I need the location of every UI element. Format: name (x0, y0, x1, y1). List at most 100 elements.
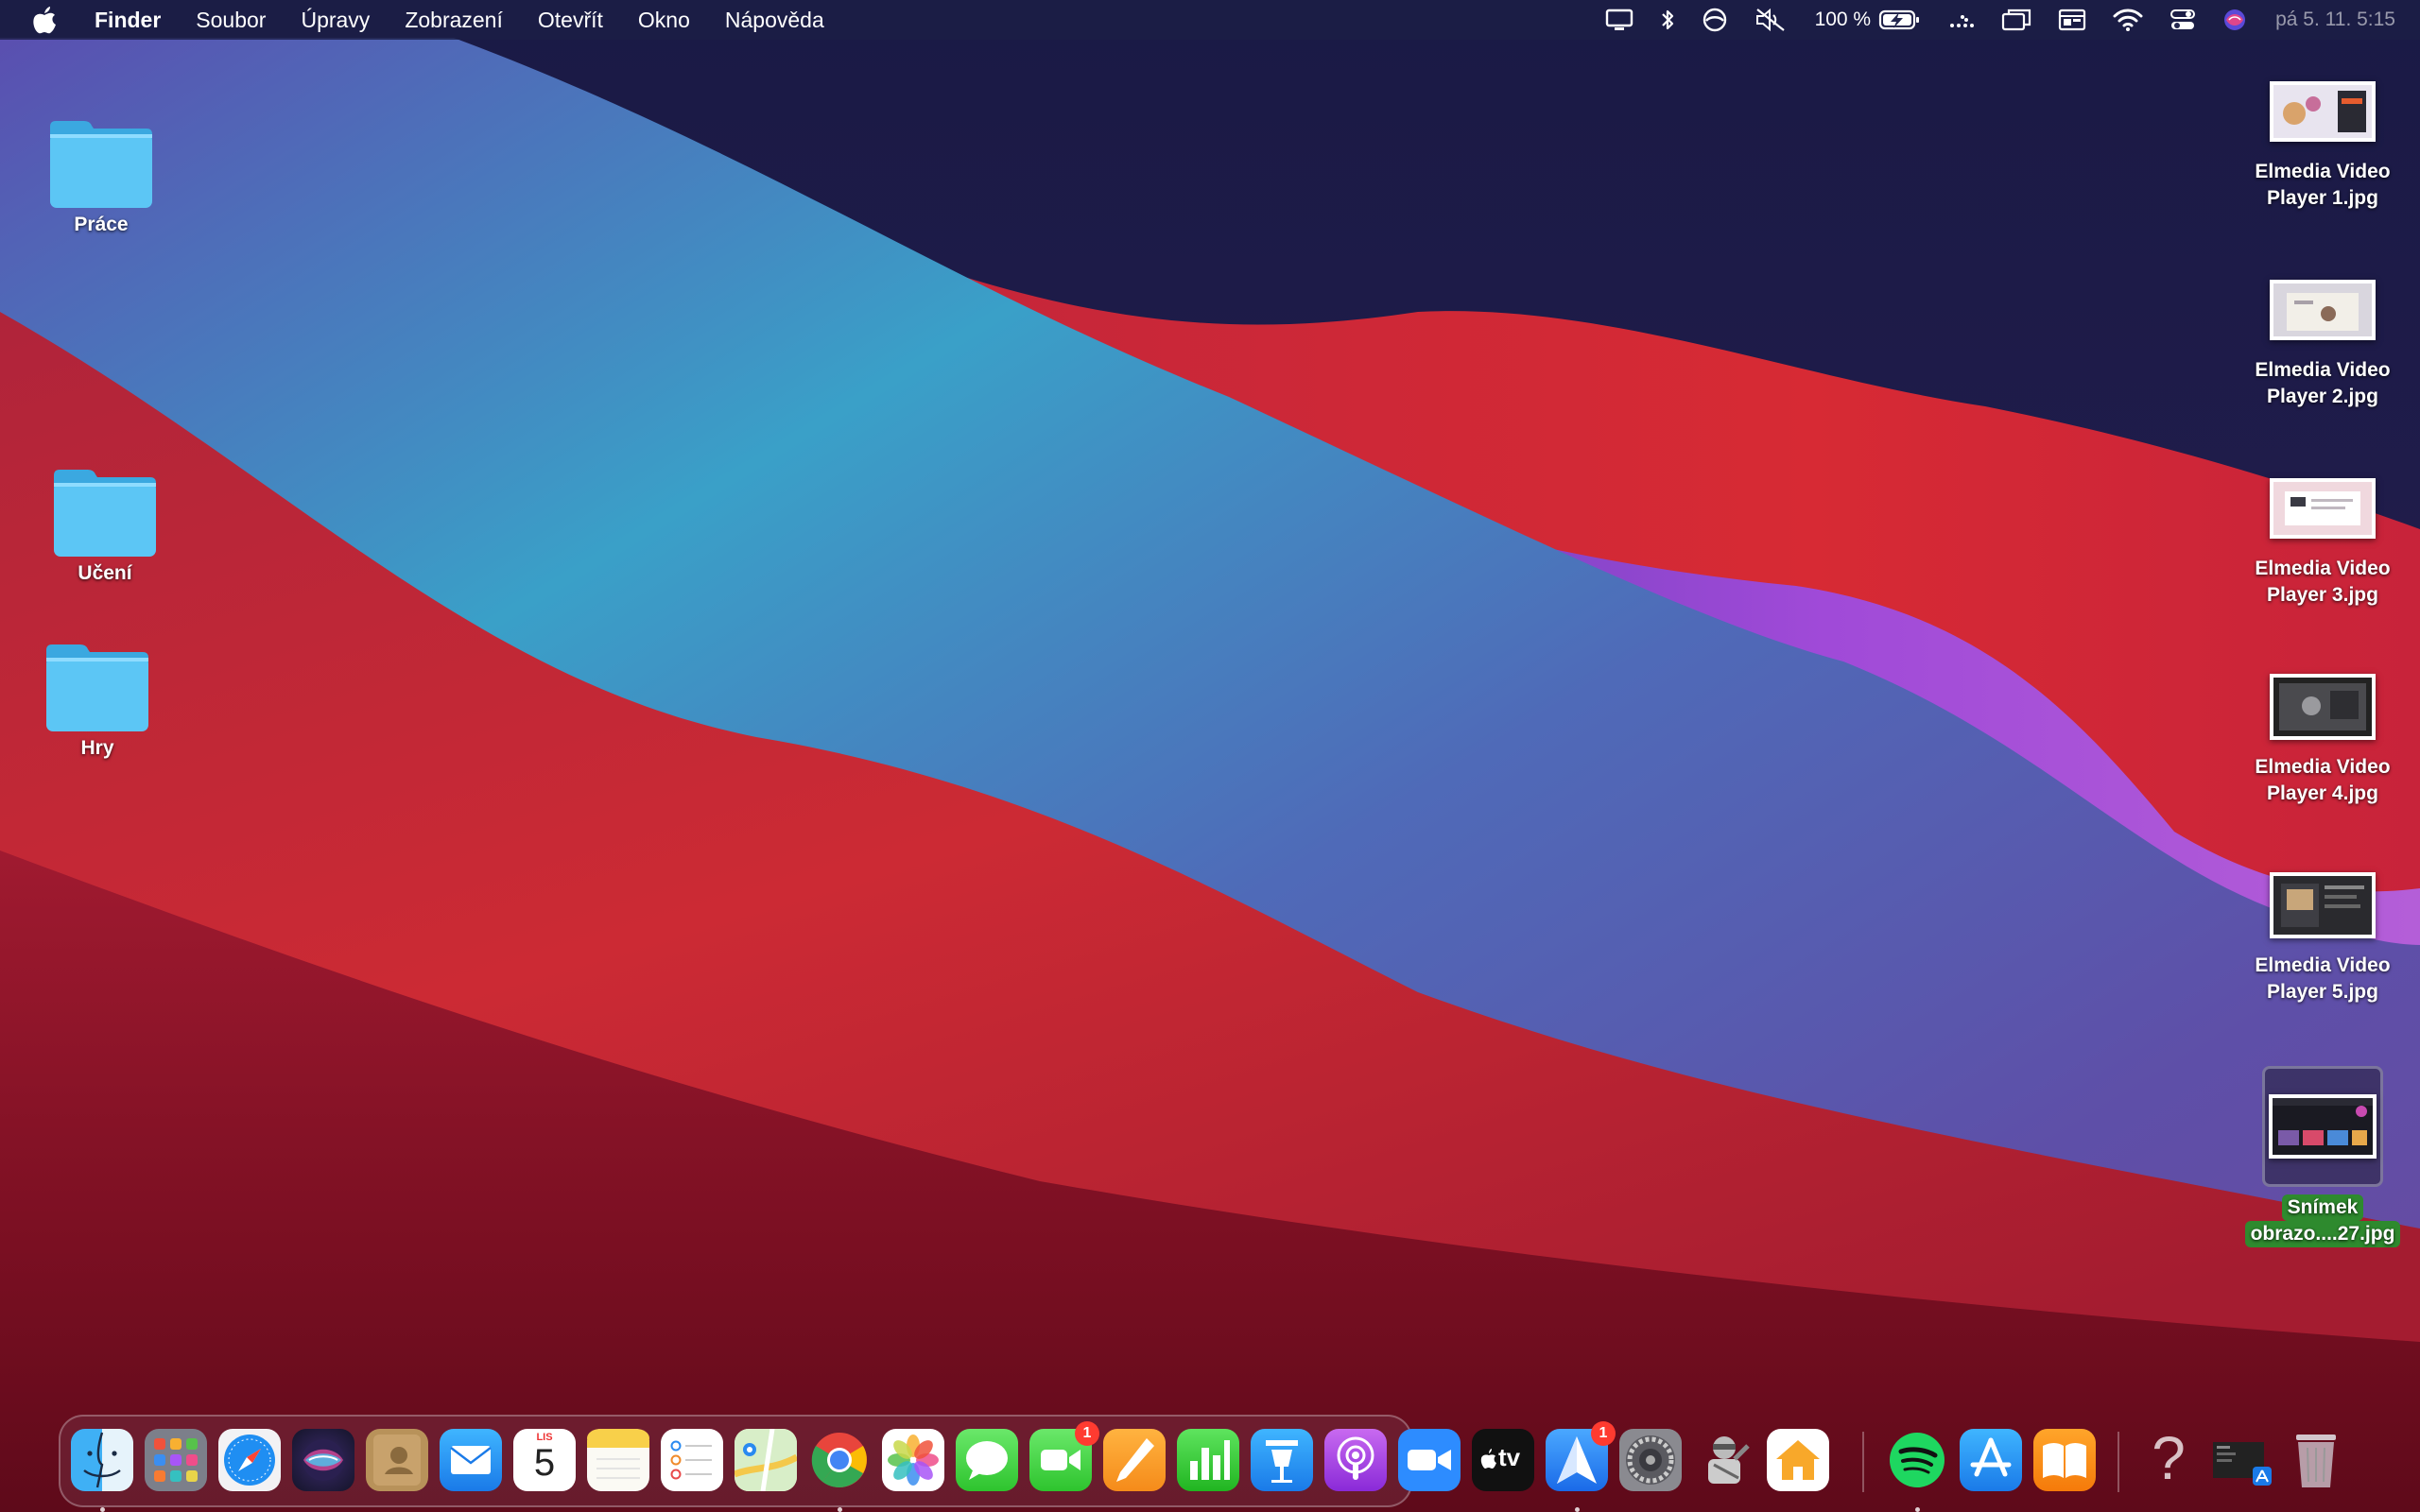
file-label-line2: Player 5.jpg (2267, 981, 2378, 1003)
menu-soubor[interactable]: Soubor (196, 8, 266, 33)
notification-badge: 1 (1075, 1421, 1099, 1446)
dock-home[interactable] (1767, 1429, 1829, 1491)
dock-finder[interactable] (71, 1429, 133, 1512)
dock-mail[interactable] (440, 1429, 502, 1491)
dock-system-preferences[interactable] (1619, 1429, 1682, 1491)
menu-finder[interactable]: Finder (95, 8, 161, 33)
gear-icon (1626, 1435, 1675, 1485)
chrome-icon (811, 1433, 867, 1487)
dock-maps[interactable] (735, 1429, 797, 1491)
desktop-folder-hry[interactable]: Hry (0, 641, 197, 762)
reminders-icon (670, 1440, 712, 1480)
file-label-line2: Player 3.jpg (2267, 584, 2378, 606)
dock-pages[interactable] (1103, 1429, 1166, 1491)
keynote-icon (1266, 1440, 1298, 1483)
dock-spotify[interactable] (1886, 1429, 1948, 1512)
dock-apple-tv[interactable]: tv (1472, 1429, 1534, 1491)
dock-messages[interactable] (956, 1429, 1018, 1491)
dock-spark[interactable]: 1 (1546, 1421, 1616, 1512)
automator-icon (1708, 1436, 1750, 1484)
battery-percentage: 100 % (1814, 9, 1872, 30)
dock-downloads-stack[interactable] (2211, 1429, 2273, 1491)
notification-badge: 1 (1591, 1421, 1616, 1446)
selection-highlight (2262, 1066, 2383, 1187)
home-icon (1776, 1440, 1820, 1480)
maps-icon (735, 1429, 797, 1491)
dock-separator (2118, 1432, 2119, 1492)
folder-icon (46, 117, 156, 212)
screen-mirroring-icon[interactable] (2001, 0, 2031, 40)
image-thumbnail (2270, 478, 2376, 539)
dock-separator (1862, 1432, 1864, 1492)
menu-upravy[interactable]: Úpravy (301, 8, 370, 33)
folder-icon (50, 466, 160, 560)
desktop-file-elmedia-5[interactable]: Elmedia Video Player 5.jpg (2223, 858, 2420, 1005)
app-store-icon (1970, 1437, 2012, 1477)
finder-icon (83, 1432, 121, 1488)
file-label-line2: Player 1.jpg (2267, 187, 2378, 209)
dock-calendar[interactable]: LIS 5 (513, 1429, 576, 1491)
spotify-icon (1890, 1433, 1945, 1487)
tv-label: tv (1498, 1443, 1521, 1471)
dock-books[interactable] (2033, 1429, 2096, 1491)
dock-reminders[interactable] (661, 1429, 723, 1491)
battery-charging-icon[interactable] (1878, 0, 1920, 40)
dock-siri[interactable] (292, 1429, 354, 1491)
siri-icon (302, 1439, 344, 1481)
dock-podcasts[interactable] (1324, 1429, 1387, 1491)
dock-facetime[interactable]: 1 (1029, 1421, 1099, 1491)
dock-zoom[interactable] (1398, 1429, 1461, 1491)
apple-menu-icon[interactable] (32, 5, 62, 35)
control-center-icon[interactable] (2169, 0, 2196, 40)
clock[interactable]: pá 5. 11. 5:15 (2275, 9, 2395, 31)
question-mark-icon: ? (2152, 1424, 2186, 1492)
dock-photos[interactable] (882, 1429, 944, 1491)
dock-keynote[interactable] (1251, 1429, 1313, 1491)
desktop-folder-prace[interactable]: Práce (2, 117, 200, 238)
numbers-icon (1190, 1440, 1230, 1480)
dock-safari[interactable] (218, 1429, 281, 1491)
menu-bar: Finder Soubor Úpravy Zobrazení Otevřít O… (0, 0, 2420, 40)
file-label-line2: Player 4.jpg (2267, 782, 2378, 804)
bluetooth-icon[interactable] (1660, 0, 1675, 40)
wifi-icon[interactable] (2113, 0, 2143, 40)
file-label-line1: Snímek (2281, 1194, 2364, 1221)
dock-notes[interactable] (587, 1429, 649, 1491)
desktop-file-elmedia-4[interactable]: Elmedia Video Player 4.jpg (2223, 660, 2420, 807)
menu-otevrit[interactable]: Otevřít (538, 8, 603, 33)
folder-icon (43, 641, 152, 735)
display-icon[interactable] (1605, 0, 1634, 40)
sound-muted-icon[interactable] (1754, 0, 1787, 40)
dock-chrome[interactable] (808, 1429, 871, 1512)
file-label-line1: Elmedia Video (2255, 756, 2391, 778)
siri-icon[interactable] (2222, 0, 2247, 40)
image-thumbnail (2270, 280, 2376, 340)
menu-okno[interactable]: Okno (638, 8, 690, 33)
image-thumbnail (2270, 81, 2376, 142)
dock-numbers[interactable] (1177, 1429, 1239, 1491)
photos-icon (888, 1435, 939, 1486)
launchpad-icon (154, 1438, 198, 1482)
pages-icon (1116, 1438, 1154, 1482)
menu-zobrazeni[interactable]: Zobrazení (405, 8, 503, 33)
dock-help[interactable]: ? (2137, 1424, 2200, 1492)
desktop-file-elmedia-3[interactable]: Elmedia Video Player 3.jpg (2223, 461, 2420, 609)
messages-icon (966, 1441, 1008, 1480)
file-label-line2: Player 2.jpg (2267, 386, 2378, 407)
folder-label: Hry (80, 737, 114, 759)
mail-icon (450, 1446, 492, 1474)
desktop-folder-uceni[interactable]: Učení (6, 466, 204, 587)
file-label-line1: Elmedia Video (2255, 359, 2391, 381)
window-manager-icon[interactable] (2058, 0, 2086, 40)
desktop-file-elmedia-1[interactable]: Elmedia Video Player 1.jpg (2223, 64, 2420, 212)
menu-napoveda[interactable]: Nápověda (725, 8, 824, 33)
activity-icon[interactable] (1946, 0, 1975, 40)
desktop-file-screenshot-selected[interactable]: Snímek obrazo....27.jpg (2223, 1066, 2420, 1247)
dock-launchpad[interactable] (145, 1429, 207, 1491)
dock-app-store[interactable] (1960, 1429, 2022, 1491)
desktop-file-elmedia-2[interactable]: Elmedia Video Player 2.jpg (2223, 263, 2420, 410)
dock-automator[interactable] (1693, 1429, 1755, 1491)
time-machine-icon[interactable] (1702, 0, 1728, 40)
dock-trash[interactable] (2285, 1429, 2347, 1491)
dock-contacts[interactable] (366, 1429, 428, 1491)
